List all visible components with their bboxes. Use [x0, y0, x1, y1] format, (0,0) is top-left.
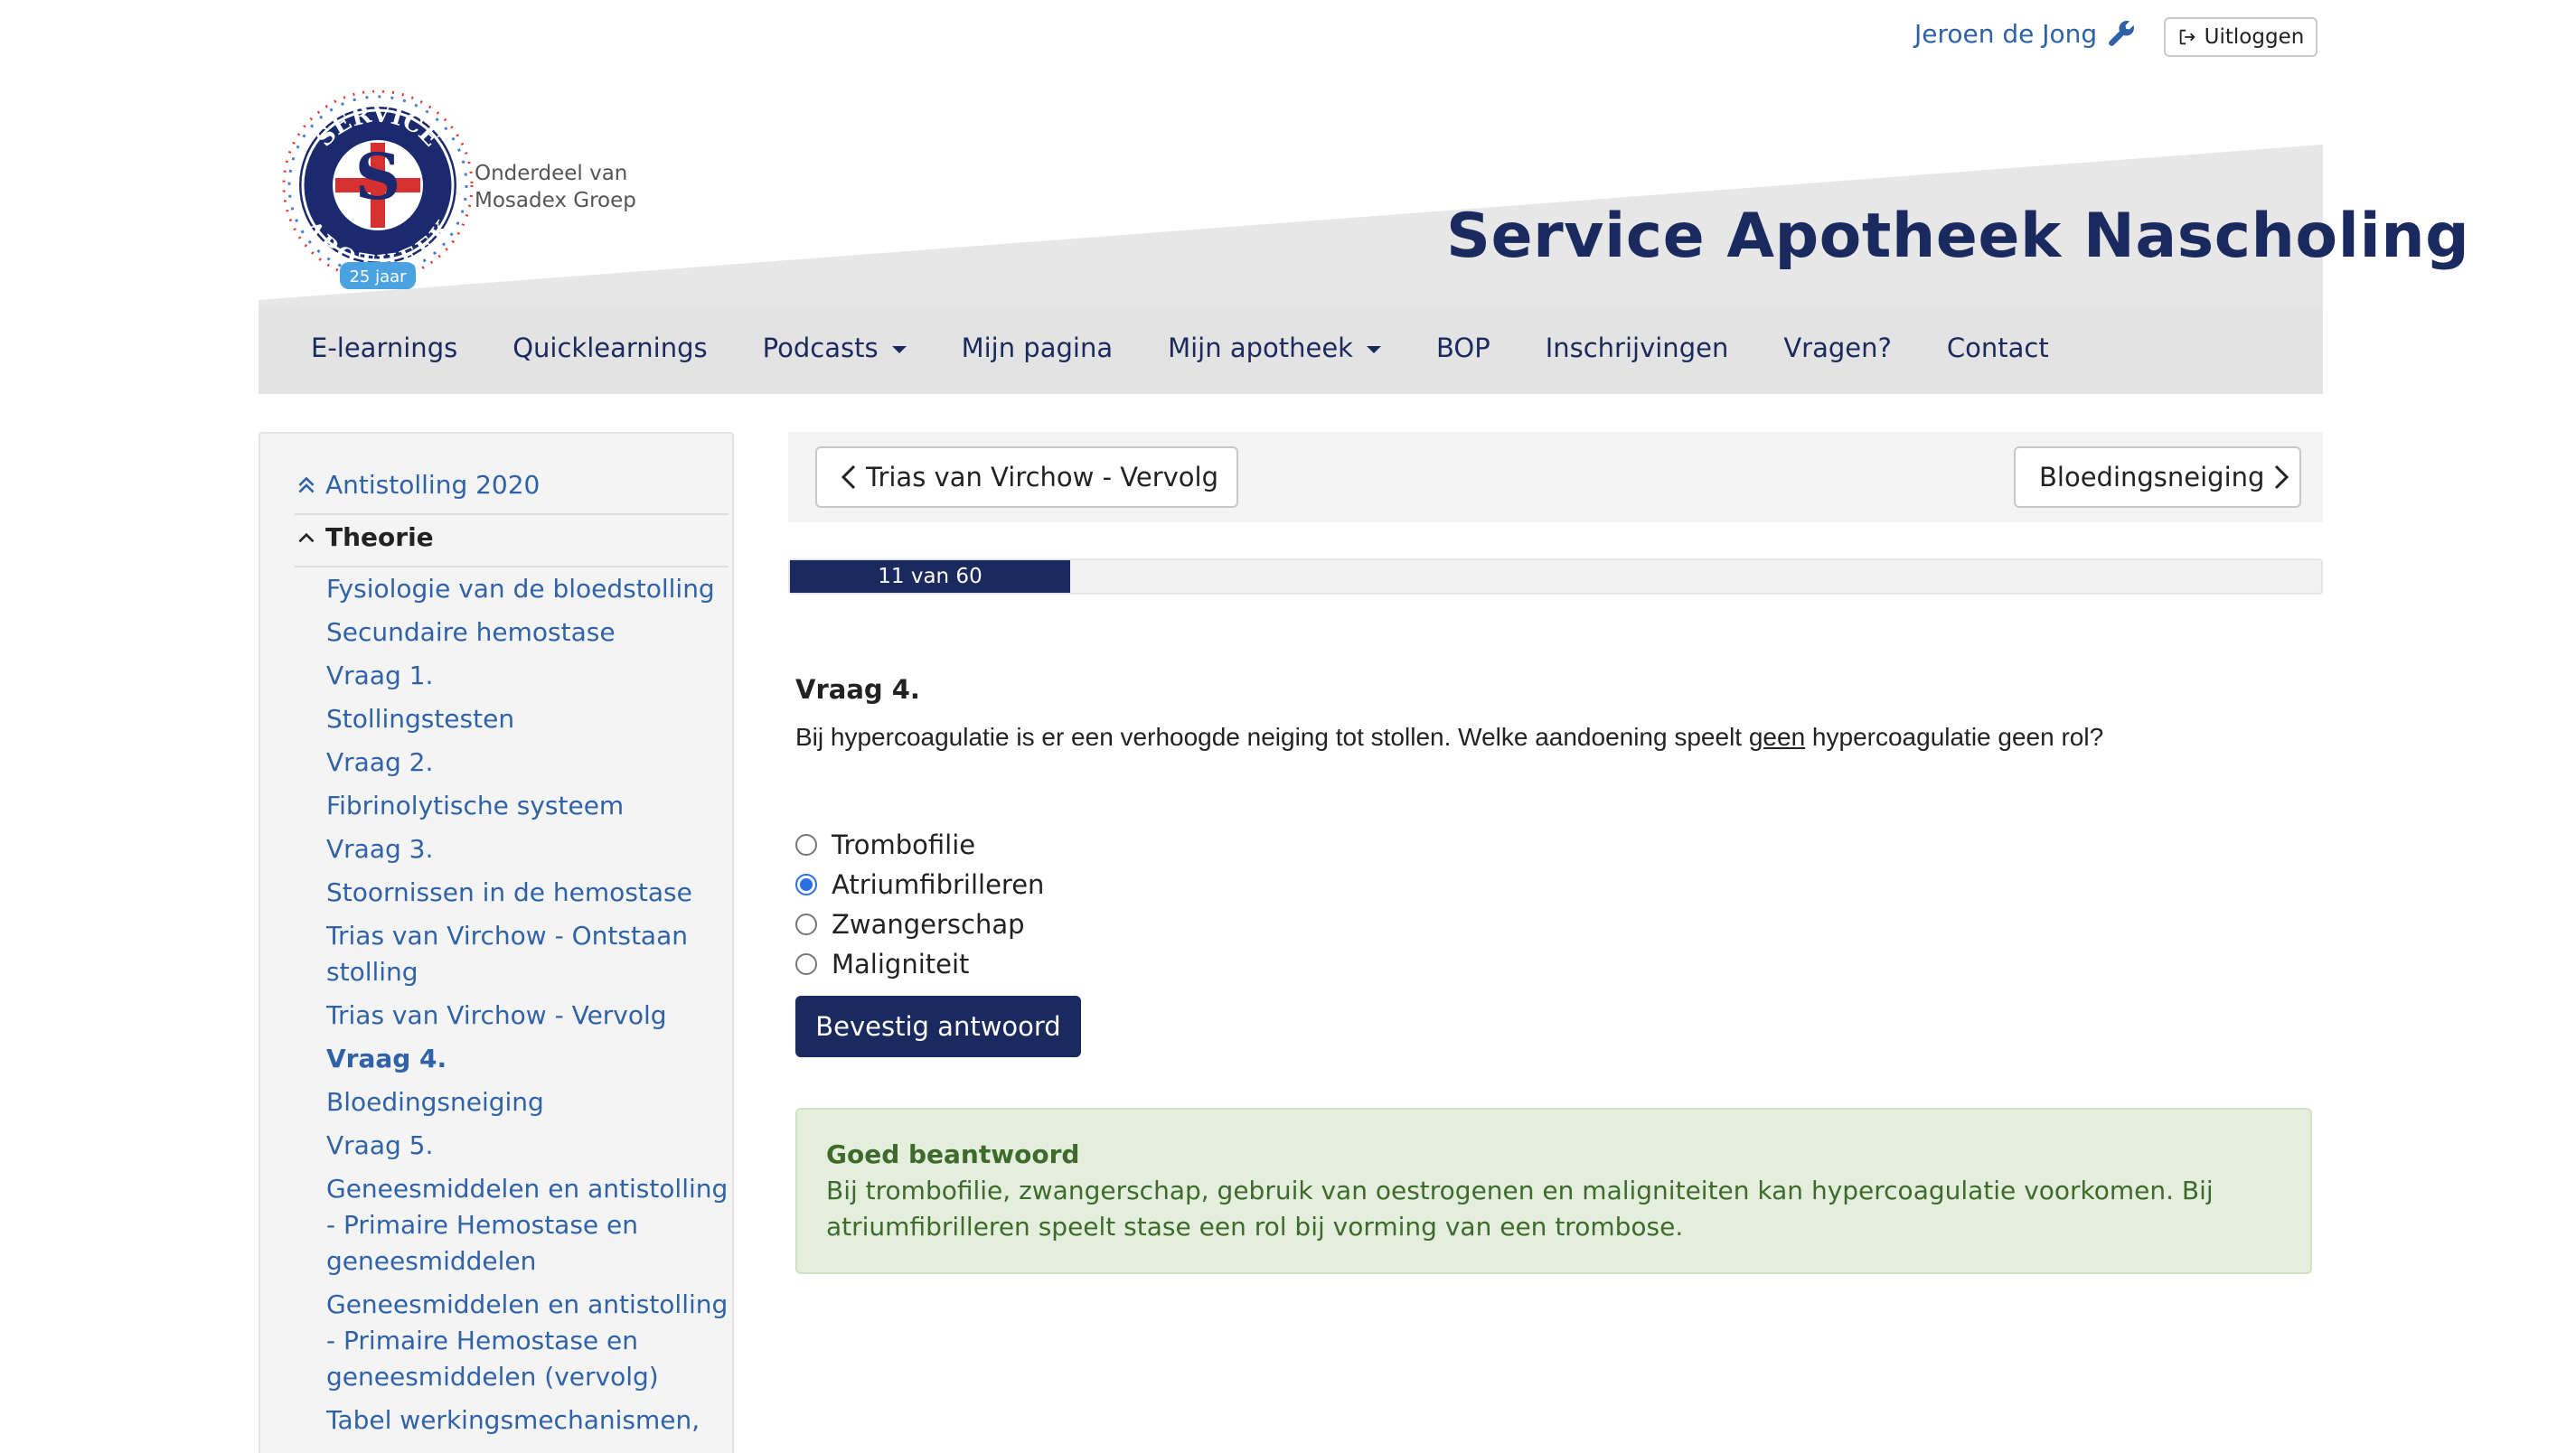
previous-lesson-button[interactable]: Trias van Virchow - Vervolg	[815, 446, 1238, 508]
logout-label: Uitloggen	[2204, 25, 2305, 49]
subbrand-text: Onderdeel van Mosadex Groep	[475, 162, 636, 212]
nav-contact[interactable]: Contact	[1947, 333, 2049, 363]
sidebar-item[interactable]: Fibrinolytische systeem	[326, 788, 732, 824]
nav-bop[interactable]: BOP	[1436, 333, 1490, 363]
wrench-icon	[2109, 21, 2135, 46]
site-title: Service Apotheek Nascholing	[1446, 201, 2470, 272]
nav-mijn-pagina[interactable]: Mijn pagina	[962, 333, 1114, 363]
sidebar-item[interactable]: Vraag 2.	[326, 745, 732, 781]
sidebar-item[interactable]: Geneesmiddelen en antistolling - Primair…	[326, 1287, 732, 1395]
sidebar-item[interactable]: Geneesmiddelen en antistolling - Primair…	[326, 1171, 732, 1280]
sidebar-item-active[interactable]: Vraag 4.	[326, 1041, 732, 1077]
logout-icon	[2179, 29, 2195, 45]
question-text: Bij hypercoagulatie is er een verhoogde …	[795, 723, 2104, 751]
progress-fill: 11 van 60	[790, 560, 1070, 593]
confirm-answer-button[interactable]: Bevestig antwoord	[795, 996, 1081, 1057]
sidebar-item[interactable]: Stoornissen in de hemostase	[326, 875, 732, 911]
nav-mijn-apotheek[interactable]: Mijn apotheek	[1168, 333, 1381, 363]
nav-elearnings[interactable]: E-learnings	[311, 333, 457, 363]
chevron-left-icon	[841, 464, 856, 490]
double-chevron-up-icon	[298, 476, 315, 493]
caret-down-icon	[891, 345, 907, 353]
chevron-up-icon	[298, 532, 315, 542]
logo-badge: 25 jaar	[349, 267, 407, 286]
feedback-success-alert: Goed beantwoord Bij trombofilie, zwanger…	[795, 1108, 2312, 1274]
sidebar-divider	[295, 513, 729, 515]
sidebar-divider	[295, 566, 729, 567]
sidebar-section-theorie[interactable]: Theorie	[295, 522, 434, 552]
nav-quicklearnings[interactable]: Quicklearnings	[512, 333, 707, 363]
sidebar-course-link[interactable]: Antistolling 2020	[295, 470, 540, 500]
answer-option-maligniteit[interactable]: Maligniteit	[795, 949, 969, 980]
radio-button[interactable]	[795, 914, 817, 935]
nav-podcasts[interactable]: Podcasts	[763, 333, 907, 363]
nav-vragen[interactable]: Vragen?	[1783, 333, 1892, 363]
user-name: Jeroen de Jong	[1914, 18, 2098, 49]
answer-option-trombofilie[interactable]: Trombofilie	[795, 830, 975, 860]
sidebar-item[interactable]: Bloedingsneiging	[326, 1084, 732, 1120]
feedback-title: Goed beantwoord	[826, 1139, 1080, 1169]
radio-button[interactable]	[795, 834, 817, 856]
sidebar-item[interactable]: Fysiologie van de bloedstolling	[326, 571, 732, 607]
sidebar-item[interactable]: Secundaire hemostase	[326, 614, 732, 651]
sidebar-item[interactable]: Vraag 5.	[326, 1128, 732, 1164]
answer-option-atriumfibrilleren[interactable]: Atriumfibrilleren	[795, 869, 1044, 900]
svg-text:S: S	[355, 139, 401, 214]
service-apotheek-logo: S SERVICE APOTHEEK 25 jaar	[282, 90, 474, 289]
sidebar-item[interactable]: Trias van Virchow - Ontstaan stolling	[326, 918, 732, 990]
chevron-right-icon	[2275, 464, 2289, 490]
main-nav: E-learnings Quicklearnings Podcasts Mijn…	[311, 307, 2104, 389]
course-progress-bar: 11 van 60	[788, 558, 2323, 595]
answer-option-zwangerschap[interactable]: Zwangerschap	[795, 909, 1025, 940]
next-lesson-button[interactable]: Bloedingsneiging	[2014, 446, 2301, 508]
radio-button[interactable]	[795, 953, 817, 975]
sidebar-item[interactable]: Vraag 1.	[326, 658, 732, 694]
nav-inschrijvingen[interactable]: Inschrijvingen	[1546, 333, 1729, 363]
course-sidebar: Antistolling 2020 Theorie Fysiologie van…	[259, 432, 734, 1453]
question-title: Vraag 4.	[795, 674, 920, 705]
caret-down-icon	[1366, 345, 1381, 353]
sidebar-item[interactable]: Trias van Virchow - Vervolg	[326, 998, 732, 1034]
sidebar-item[interactable]: Stollingstesten	[326, 701, 732, 737]
sidebar-item[interactable]: Tabel werkingsmechanismen,	[326, 1402, 732, 1439]
sidebar-item[interactable]: Vraag 3.	[326, 831, 732, 867]
radio-button-selected[interactable]	[795, 874, 817, 895]
user-profile-link[interactable]: Jeroen de Jong	[1914, 18, 2137, 49]
feedback-text: Bij trombofilie, zwangerschap, gebruik v…	[826, 1176, 2214, 1242]
logout-button[interactable]: Uitloggen	[2164, 17, 2317, 57]
